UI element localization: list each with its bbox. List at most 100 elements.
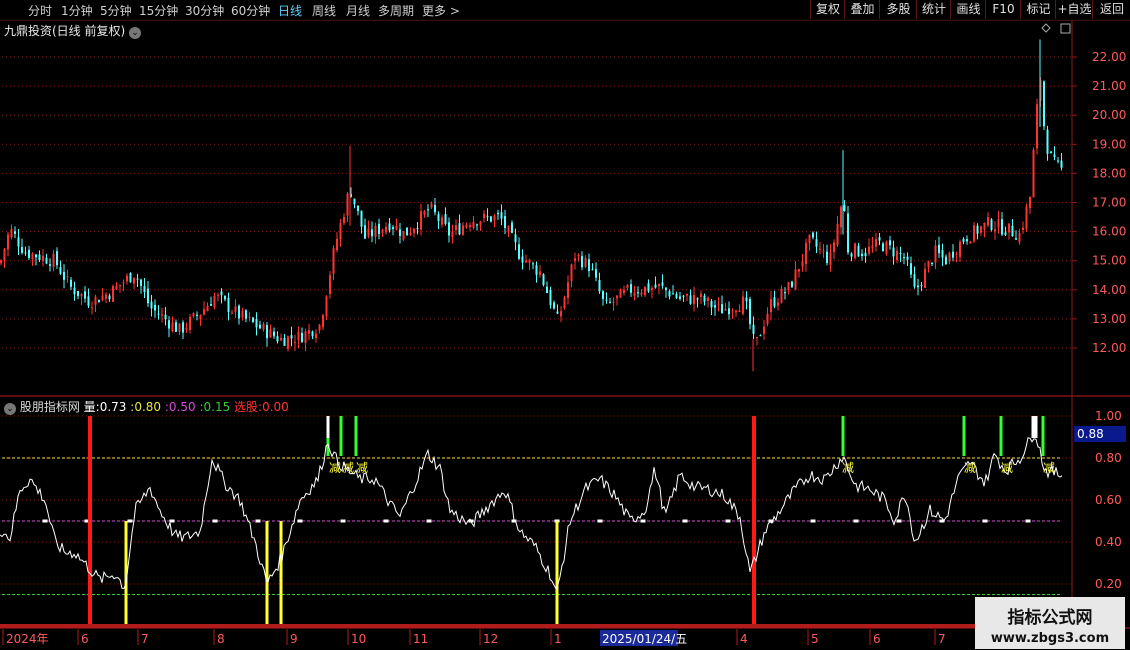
candle-body [210, 304, 212, 306]
candle-body [861, 253, 863, 257]
time-label: 1 [554, 632, 562, 646]
candle-body [693, 295, 695, 304]
candle-body [591, 269, 594, 271]
candle-body [948, 252, 951, 262]
candle-body [969, 241, 972, 244]
marker-050 [1025, 519, 1031, 523]
candle-body [822, 250, 825, 252]
candle-body [833, 242, 835, 253]
time-axis-bar [0, 624, 975, 628]
candle-body [413, 228, 415, 233]
candle-body [388, 223, 391, 231]
time-label: 2024年 [6, 632, 49, 646]
candle-body [871, 245, 874, 249]
candle-body [203, 309, 205, 315]
candle-body [185, 327, 188, 330]
candle-body [686, 293, 688, 296]
candle-body [668, 291, 671, 297]
candle-body [252, 317, 254, 322]
candle-body [395, 225, 398, 230]
candle-body [539, 271, 541, 275]
candle-body [84, 291, 86, 299]
candle-body [1057, 160, 1059, 162]
candle-body [808, 234, 811, 244]
candle-body [318, 324, 321, 331]
candle-body [850, 253, 853, 257]
candle-body [171, 322, 174, 332]
candle-body [308, 329, 310, 334]
candle-body [637, 292, 639, 294]
candle-body [924, 268, 926, 288]
candle-body [343, 216, 345, 224]
candle-body [1018, 233, 1021, 243]
candle-body [595, 269, 597, 278]
candle-body [584, 257, 587, 267]
candle-body [122, 282, 125, 284]
candle-body [980, 226, 982, 233]
candle-body [52, 253, 55, 268]
candle-body [654, 284, 657, 288]
candle-body [80, 294, 83, 297]
candle-body [147, 288, 149, 304]
watermark-line2: www.zbgs3.com [990, 631, 1110, 646]
watermark-line1: 指标公式网 [1007, 608, 1093, 628]
candle-body [528, 259, 531, 264]
candle-body [91, 307, 93, 309]
price-tick-label: 19.00 [1092, 137, 1126, 151]
candle-body [602, 291, 604, 299]
time-label: 12 [483, 632, 498, 646]
candle-body [766, 313, 769, 324]
candle-body [448, 222, 450, 236]
candle-body [675, 293, 678, 298]
candle-body [724, 308, 727, 311]
marker-050 [597, 519, 603, 523]
candle-body [556, 311, 559, 314]
candle-body [157, 313, 160, 315]
candle-body [458, 223, 461, 235]
candle-body [105, 294, 107, 299]
candle-body [304, 331, 307, 344]
candle-body [896, 250, 898, 261]
candle-body [437, 214, 440, 222]
candle-body [696, 298, 699, 300]
candle-body [784, 292, 786, 294]
price-tick-label: 21.00 [1092, 79, 1126, 93]
candle-body [301, 332, 303, 343]
candle-body [434, 204, 436, 213]
candle-body [325, 296, 328, 317]
candle-body [941, 250, 944, 258]
candle-body [843, 205, 846, 212]
diamond-icon [1041, 23, 1051, 33]
candle-body [262, 324, 265, 330]
highlight-date: 2025/01/24/五 [602, 632, 687, 646]
candle-body [136, 278, 139, 280]
time-label: 6 [873, 632, 881, 646]
candle-body [707, 297, 709, 301]
candle-body [1060, 160, 1063, 168]
time-label: 7 [938, 632, 946, 646]
marker-050 [42, 519, 48, 523]
candle-body [581, 256, 583, 268]
candle-body [196, 314, 198, 316]
candle-body [427, 209, 429, 211]
candle-body [360, 210, 363, 227]
marker-050 [340, 519, 346, 523]
candle-body [241, 310, 244, 318]
candle-body [227, 297, 230, 312]
candle-body [1022, 227, 1024, 230]
candle-body [689, 295, 692, 304]
watermark: 指标公式网 www.zbgs3.com [975, 597, 1125, 649]
chevron-down-icon[interactable]: ⌄ [129, 27, 142, 39]
marker-050 [297, 519, 303, 523]
candle-body [990, 219, 993, 230]
candle-body [710, 301, 713, 308]
price-tick-label: 13.00 [1092, 312, 1126, 326]
indicator-name: 股朋指标网 [19, 400, 80, 414]
candle-body [24, 252, 27, 254]
candle-body [749, 298, 751, 325]
candle-body [231, 312, 233, 314]
chevron-down-icon[interactable]: ⌄ [4, 403, 16, 415]
candle-body [756, 337, 758, 339]
candle-body [14, 231, 16, 234]
candle-body [94, 296, 97, 305]
